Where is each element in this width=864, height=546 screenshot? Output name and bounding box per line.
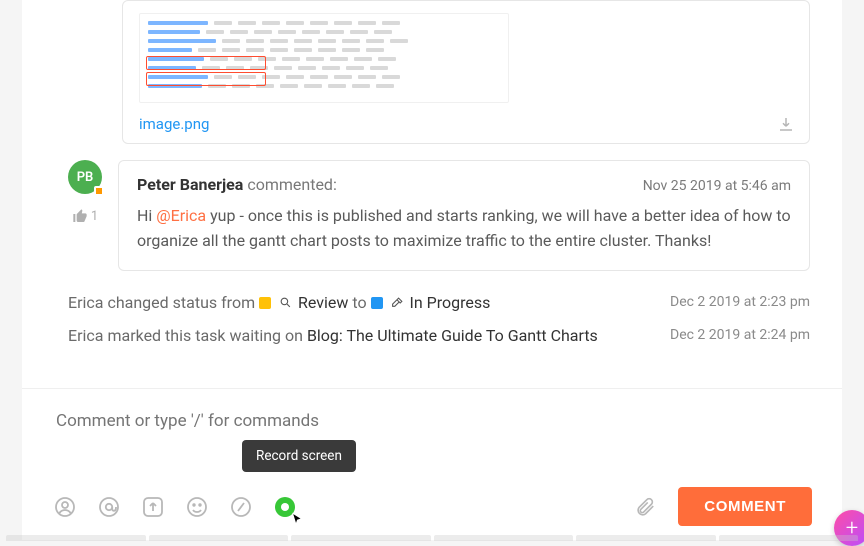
upload-icon[interactable] (140, 494, 166, 520)
activity-row: Erica changed status from Review to In P… (68, 293, 810, 312)
slash-command-icon[interactable] (228, 494, 254, 520)
browser-tab-strip (0, 535, 864, 541)
attachment-thumbnail (139, 13, 509, 103)
task-detail-pane: image.png PB 1 Peter Banerjea commented:… (22, 0, 842, 540)
comment-input-area: Comment or type '/' for commands Record … (22, 388, 842, 540)
comment-meta-column: PB 1 (68, 160, 102, 224)
attachment-filename[interactable]: image.png (139, 115, 793, 133)
comment-author[interactable]: Peter Banerjea (137, 175, 243, 194)
hammer-icon (391, 296, 404, 309)
status-to: In Progress (409, 293, 490, 312)
activity-timestamp: Dec 2 2019 at 2:24 pm (670, 327, 810, 343)
activity-actor[interactable]: Erica (68, 326, 103, 345)
activity-text: changed status from (103, 293, 259, 312)
status-color-chip (259, 297, 271, 309)
activity-actor[interactable]: Erica (68, 293, 103, 312)
assignee-icon[interactable] (52, 494, 78, 520)
comment-text: Hi (137, 206, 156, 225)
activity-text: to (352, 293, 370, 312)
mention[interactable]: @Erica (156, 206, 206, 225)
avatar-status-icon (94, 186, 104, 196)
avatar[interactable]: PB (68, 160, 102, 194)
comment-text: yup - once this is published and starts … (137, 206, 791, 250)
avatar-initials: PB (77, 170, 94, 185)
comment-timestamp: Nov 25 2019 at 5:46 am (643, 178, 791, 194)
activity-text: marked this task waiting on (103, 326, 306, 345)
cursor-icon (290, 512, 306, 528)
record-screen-tooltip: Record screen (242, 440, 356, 472)
comment-input[interactable]: Comment or type '/' for commands (52, 409, 812, 433)
like-button[interactable]: 1 (72, 208, 98, 224)
at-mention-icon[interactable] (96, 494, 122, 520)
magnifier-icon (279, 296, 292, 309)
comment-verb: commented: (247, 175, 337, 194)
comment-button[interactable]: COMMENT (678, 487, 812, 526)
status-color-chip (371, 297, 383, 309)
comment-body: Hi @Erica yup - once this is published a… (137, 204, 791, 254)
paperclip-icon[interactable] (632, 494, 658, 520)
record-screen-icon[interactable] (272, 494, 298, 520)
comment-block: PB 1 Peter Banerjea commented: Nov 25 20… (68, 160, 810, 271)
like-count: 1 (91, 209, 98, 224)
activity-timestamp: Dec 2 2019 at 2:23 pm (670, 294, 810, 310)
emoji-icon[interactable] (184, 494, 210, 520)
attachment-card[interactable]: image.png (122, 0, 810, 144)
activity-row: Erica marked this task waiting on Blog: … (68, 326, 810, 345)
comment-card: Peter Banerjea commented: Nov 25 2019 at… (118, 160, 810, 271)
status-from: Review (298, 293, 348, 312)
comment-toolbar: COMMENT (52, 487, 812, 526)
task-link[interactable]: Blog: The Ultimate Guide To Gantt Charts (307, 326, 598, 345)
download-icon[interactable] (777, 115, 795, 133)
